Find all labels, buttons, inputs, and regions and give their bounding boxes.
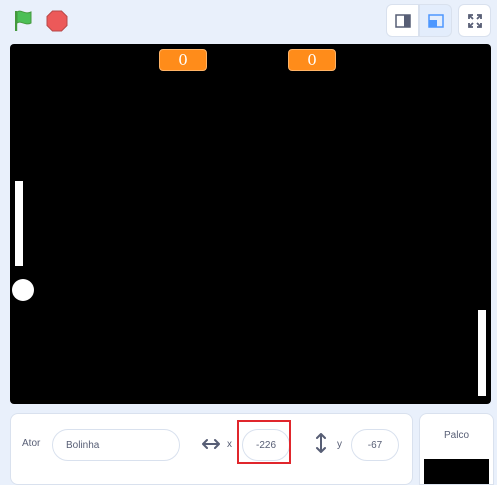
fullscreen-button[interactable] bbox=[458, 4, 491, 37]
green-flag-icon[interactable] bbox=[12, 9, 38, 33]
x-input-highlight bbox=[237, 420, 291, 464]
stage-canvas[interactable]: 0 0 bbox=[10, 44, 491, 404]
x-label: x bbox=[227, 439, 232, 450]
stage-toolbar bbox=[0, 0, 497, 44]
y-position-input[interactable] bbox=[351, 429, 399, 461]
horizontal-arrows-icon bbox=[202, 439, 220, 449]
ball-sprite[interactable] bbox=[12, 279, 34, 301]
small-stage-button[interactable] bbox=[386, 4, 419, 37]
fullscreen-icon bbox=[467, 13, 482, 28]
normal-stage-icon bbox=[427, 13, 444, 28]
score-right-display: 0 bbox=[288, 49, 336, 71]
stop-sign-icon[interactable] bbox=[45, 9, 69, 33]
y-label: y bbox=[337, 439, 342, 450]
sprite-label: Ator bbox=[22, 438, 41, 449]
small-stage-icon bbox=[394, 13, 411, 28]
vertical-arrows-icon bbox=[316, 433, 326, 453]
sprite-info-panel: Ator x y bbox=[10, 413, 413, 485]
stage-panel-title: Palco bbox=[443, 430, 469, 441]
sprite-name-input[interactable] bbox=[52, 429, 180, 461]
stage-selector-panel[interactable]: Palco bbox=[419, 413, 494, 485]
stage-thumbnail[interactable] bbox=[424, 459, 489, 484]
score-left-display: 0 bbox=[159, 49, 207, 71]
left-paddle-sprite[interactable] bbox=[15, 181, 23, 266]
right-paddle-sprite[interactable] bbox=[478, 310, 486, 396]
normal-stage-button[interactable] bbox=[419, 4, 452, 37]
